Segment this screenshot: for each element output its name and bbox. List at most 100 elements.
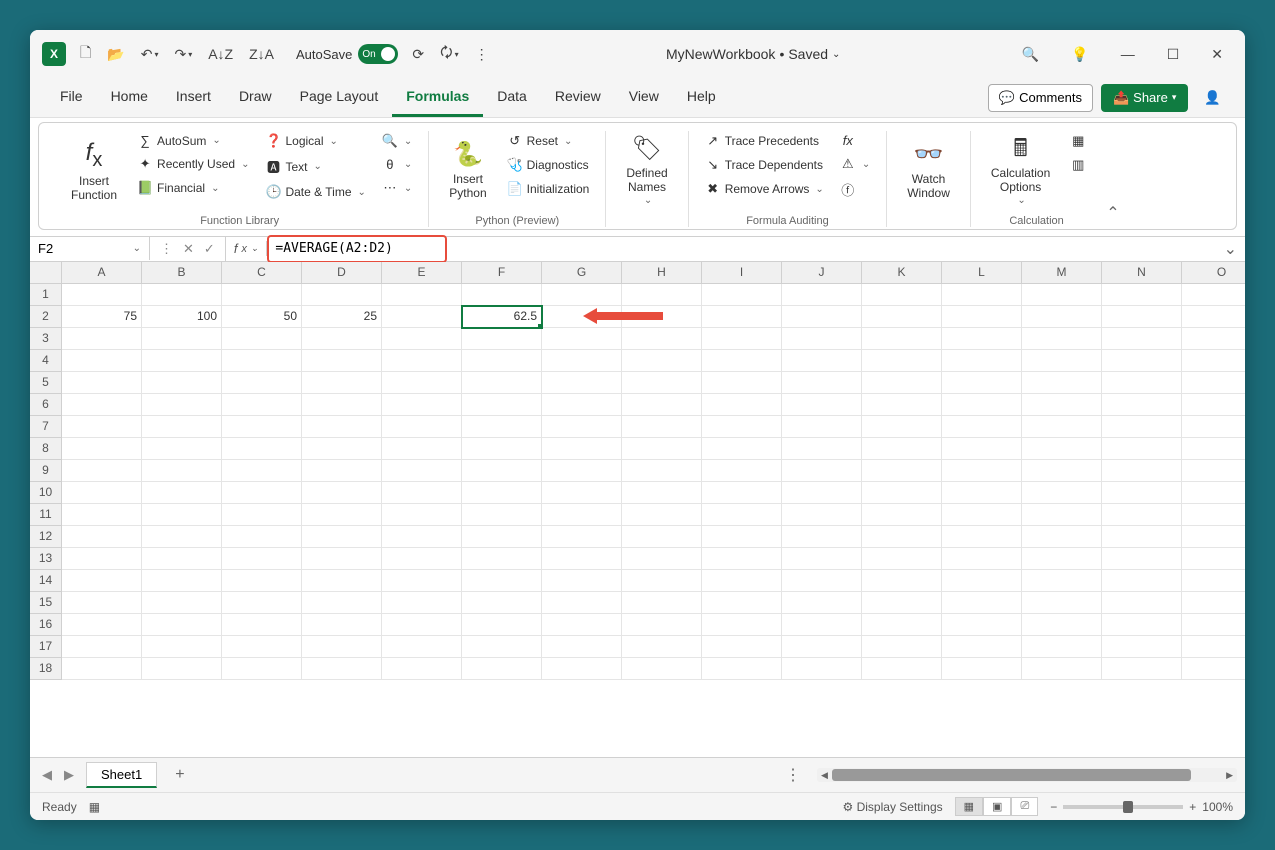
cell-C3[interactable] bbox=[222, 328, 302, 350]
cell-F4[interactable] bbox=[462, 350, 542, 372]
cell-B11[interactable] bbox=[142, 504, 222, 526]
cell-F1[interactable] bbox=[462, 284, 542, 306]
cell-J1[interactable] bbox=[782, 284, 862, 306]
diagnostics-button[interactable]: 🩺Diagnostics bbox=[503, 155, 594, 175]
cell-K11[interactable] bbox=[862, 504, 942, 526]
cell-I8[interactable] bbox=[702, 438, 782, 460]
cell-K14[interactable] bbox=[862, 570, 942, 592]
cell-F9[interactable] bbox=[462, 460, 542, 482]
cell-K5[interactable] bbox=[862, 372, 942, 394]
cell-E10[interactable] bbox=[382, 482, 462, 504]
cell-H13[interactable] bbox=[622, 548, 702, 570]
cell-H16[interactable] bbox=[622, 614, 702, 636]
row-header-2[interactable]: 2 bbox=[30, 306, 62, 328]
cell-J3[interactable] bbox=[782, 328, 862, 350]
cell-O18[interactable] bbox=[1182, 658, 1245, 680]
cell-J17[interactable] bbox=[782, 636, 862, 658]
tab-help[interactable]: Help bbox=[673, 78, 730, 117]
cell-E5[interactable] bbox=[382, 372, 462, 394]
cell-E4[interactable] bbox=[382, 350, 462, 372]
cell-B6[interactable] bbox=[142, 394, 222, 416]
cancel-input-button[interactable]: ✕ bbox=[179, 237, 198, 261]
row-header-15[interactable]: 15 bbox=[30, 592, 62, 614]
datetime-button[interactable]: 🕒Date & Time bbox=[261, 182, 369, 202]
cell-J2[interactable] bbox=[782, 306, 862, 328]
cell-E14[interactable] bbox=[382, 570, 462, 592]
document-title[interactable]: MyNewWorkbook • Saved ⌄ bbox=[503, 46, 1004, 62]
cell-D1[interactable] bbox=[302, 284, 382, 306]
cell-F17[interactable] bbox=[462, 636, 542, 658]
cell-M5[interactable] bbox=[1022, 372, 1102, 394]
cell-L3[interactable] bbox=[942, 328, 1022, 350]
sort-desc-button[interactable]: Z↓A bbox=[243, 42, 280, 66]
cell-K15[interactable] bbox=[862, 592, 942, 614]
cell-M9[interactable] bbox=[1022, 460, 1102, 482]
cell-E18[interactable] bbox=[382, 658, 462, 680]
sync-button[interactable]: ⟳ bbox=[406, 42, 430, 67]
cell-I9[interactable] bbox=[702, 460, 782, 482]
open-file-button[interactable]: 📂 bbox=[101, 42, 130, 67]
recently-used-button[interactable]: ✦Recently Used bbox=[133, 154, 253, 174]
cell-J16[interactable] bbox=[782, 614, 862, 636]
hscroll-thumb[interactable] bbox=[832, 769, 1191, 781]
cell-I3[interactable] bbox=[702, 328, 782, 350]
tab-insert[interactable]: Insert bbox=[162, 78, 225, 117]
cell-J13[interactable] bbox=[782, 548, 862, 570]
cell-N8[interactable] bbox=[1102, 438, 1182, 460]
cell-G15[interactable] bbox=[542, 592, 622, 614]
cell-O17[interactable] bbox=[1182, 636, 1245, 658]
cell-H10[interactable] bbox=[622, 482, 702, 504]
cell-L14[interactable] bbox=[942, 570, 1022, 592]
cell-E16[interactable] bbox=[382, 614, 462, 636]
cell-L13[interactable] bbox=[942, 548, 1022, 570]
column-header-G[interactable]: G bbox=[542, 262, 622, 284]
cell-A9[interactable] bbox=[62, 460, 142, 482]
math-button[interactable]: θ bbox=[378, 155, 416, 174]
cell-J12[interactable] bbox=[782, 526, 862, 548]
cell-J14[interactable] bbox=[782, 570, 862, 592]
cell-O7[interactable] bbox=[1182, 416, 1245, 438]
cell-J18[interactable] bbox=[782, 658, 862, 680]
formula-input[interactable] bbox=[267, 237, 1215, 260]
cell-A3[interactable] bbox=[62, 328, 142, 350]
cell-O9[interactable] bbox=[1182, 460, 1245, 482]
remove-arrows-button[interactable]: ✖Remove Arrows bbox=[701, 179, 828, 199]
cell-F18[interactable] bbox=[462, 658, 542, 680]
cell-F10[interactable] bbox=[462, 482, 542, 504]
cell-G9[interactable] bbox=[542, 460, 622, 482]
column-header-M[interactable]: M bbox=[1022, 262, 1102, 284]
name-box[interactable]: F2 ⌄ bbox=[30, 237, 150, 260]
cell-F16[interactable] bbox=[462, 614, 542, 636]
sheet-options-button[interactable]: ⋮ bbox=[777, 765, 809, 785]
cell-A12[interactable] bbox=[62, 526, 142, 548]
text-button[interactable]: 🅰Text bbox=[261, 155, 369, 178]
cell-C11[interactable] bbox=[222, 504, 302, 526]
cell-K3[interactable] bbox=[862, 328, 942, 350]
cell-M7[interactable] bbox=[1022, 416, 1102, 438]
cell-M3[interactable] bbox=[1022, 328, 1102, 350]
cell-C13[interactable] bbox=[222, 548, 302, 570]
cell-H17[interactable] bbox=[622, 636, 702, 658]
cell-N11[interactable] bbox=[1102, 504, 1182, 526]
column-header-A[interactable]: A bbox=[62, 262, 142, 284]
column-header-E[interactable]: E bbox=[382, 262, 462, 284]
cell-D7[interactable] bbox=[302, 416, 382, 438]
row-header-14[interactable]: 14 bbox=[30, 570, 62, 592]
cell-J8[interactable] bbox=[782, 438, 862, 460]
cell-H6[interactable] bbox=[622, 394, 702, 416]
cell-A1[interactable] bbox=[62, 284, 142, 306]
cell-D8[interactable] bbox=[302, 438, 382, 460]
cell-A4[interactable] bbox=[62, 350, 142, 372]
cell-B12[interactable] bbox=[142, 526, 222, 548]
cell-O4[interactable] bbox=[1182, 350, 1245, 372]
cell-H14[interactable] bbox=[622, 570, 702, 592]
cell-L4[interactable] bbox=[942, 350, 1022, 372]
zoom-in-button[interactable]: + bbox=[1189, 800, 1196, 814]
cell-A6[interactable] bbox=[62, 394, 142, 416]
cell-L12[interactable] bbox=[942, 526, 1022, 548]
cell-J7[interactable] bbox=[782, 416, 862, 438]
cell-A8[interactable] bbox=[62, 438, 142, 460]
cell-C8[interactable] bbox=[222, 438, 302, 460]
cell-J15[interactable] bbox=[782, 592, 862, 614]
cell-L15[interactable] bbox=[942, 592, 1022, 614]
